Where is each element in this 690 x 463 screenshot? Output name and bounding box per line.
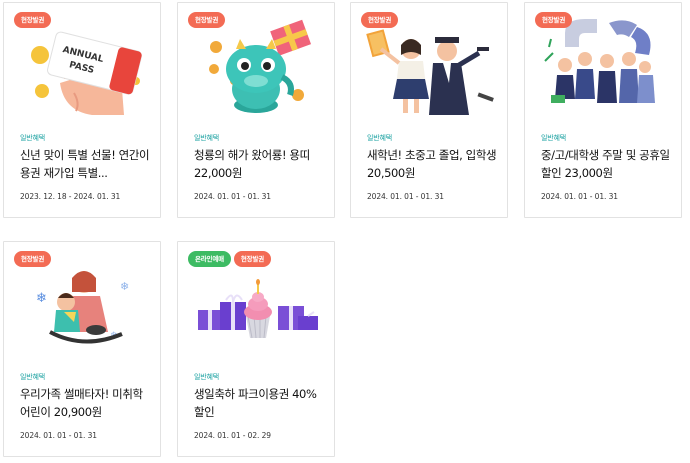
card-title: 신년 맞이 특별 선물! 연간이용권 재가입 특별...	[20, 148, 150, 180]
onsite-ticket-badge: 현장발권	[535, 12, 573, 28]
card-date-range: 2024. 01. 01 - 01. 31	[367, 192, 444, 201]
benefit-card[interactable]: ANNUAL PASS 현장발권 일반혜택 신년 맞이 특별 선물! 연간이용권…	[3, 2, 161, 218]
badge-group: 온라인예매 현장발권	[188, 251, 272, 267]
card-category: 일반혜택	[194, 373, 219, 381]
badge-group: 현장발권	[535, 12, 573, 28]
card-category: 일반혜택	[20, 134, 45, 142]
card-date-range: 2024. 01. 01 - 01. 31	[194, 192, 271, 201]
benefit-card-grid: ANNUAL PASS 현장발권 일반혜택 신년 맞이 특별 선물! 연간이용권…	[0, 0, 690, 463]
card-title: 우리가족 썰매타자! 미취학 어린이 20,900원	[20, 387, 143, 419]
benefit-card[interactable]: 현장발권 일반혜택 중/고/대학생 주말 및 공휴일 할인 23,000원 20…	[524, 2, 682, 218]
onsite-ticket-badge: 현장발권	[14, 12, 52, 28]
onsite-ticket-badge: 현장발권	[14, 251, 52, 267]
card-title: 청룡의 해가 왔어룡! 용띠 22,000원	[194, 148, 310, 180]
badge-group: 현장발권	[361, 12, 399, 28]
card-date-range: 2024. 01. 01 - 02. 29	[194, 431, 271, 440]
benefit-card[interactable]: 온라인예매 현장발권 일반혜택 생일축하 파크이용권 40%할인 2024. 0…	[177, 241, 335, 457]
onsite-ticket-badge: 현장발권	[233, 251, 272, 267]
onsite-ticket-badge: 현장발권	[361, 12, 399, 28]
card-category: 일반혜택	[367, 134, 392, 142]
svg-text:❄: ❄	[36, 291, 47, 306]
svg-text:❄: ❄	[120, 280, 129, 293]
online-booking-badge: 온라인예매	[188, 251, 231, 267]
badge-group: 현장발권	[14, 251, 52, 267]
card-category: 일반혜택	[20, 373, 45, 381]
badge-group: 현장발권	[14, 12, 52, 28]
benefit-card[interactable]: ❄ ❄ ❄ 현장발권 일반혜택 우리가족 썰매타자! 미취학 어린이 20,90	[3, 241, 161, 457]
card-date-range: 2024. 01. 01 - 01. 31	[541, 192, 618, 201]
benefit-card[interactable]: 현장발권 일반혜택 새학년! 초중고 졸업, 입학생 20,500원 2024.…	[350, 2, 508, 218]
benefit-card[interactable]: 현장발권 일반혜택 청룡의 해가 왔어룡! 용띠 22,000원 2024. 0…	[177, 2, 335, 218]
badge-group: 현장발권	[188, 12, 226, 28]
card-title: 중/고/대학생 주말 및 공휴일 할인 23,000원	[541, 148, 670, 180]
card-title: 생일축하 파크이용권 40%할인	[194, 387, 317, 419]
onsite-ticket-badge: 현장발권	[188, 12, 226, 28]
card-title: 새학년! 초중고 졸업, 입학생 20,500원	[367, 148, 497, 180]
card-category: 일반혜택	[194, 134, 219, 142]
card-category: 일반혜택	[541, 134, 566, 142]
card-date-range: 2023. 12. 18 - 2024. 01. 31	[20, 192, 121, 201]
card-date-range: 2024. 01. 01 - 01. 31	[20, 431, 97, 440]
